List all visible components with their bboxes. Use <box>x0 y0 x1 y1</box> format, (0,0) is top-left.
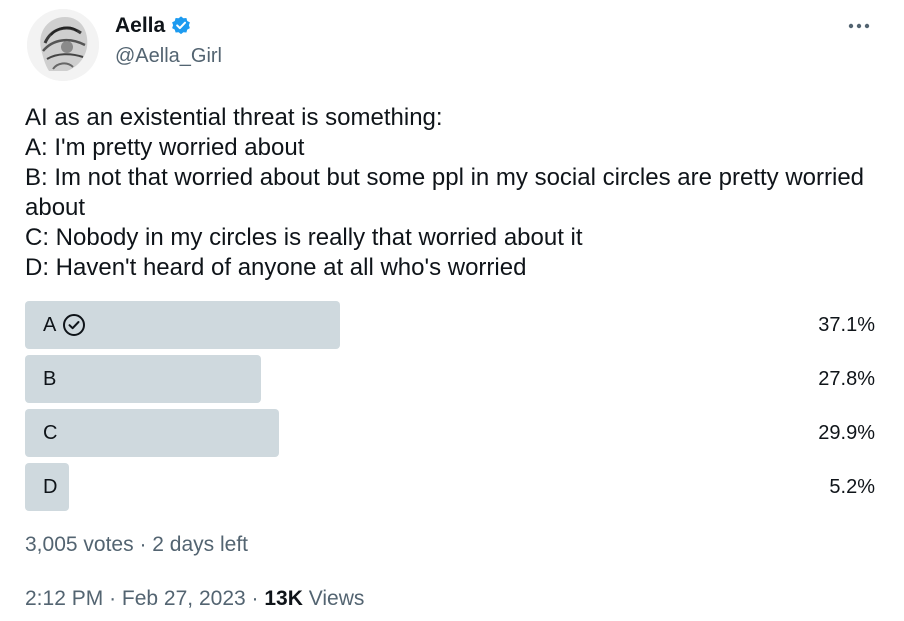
poll-option-label: C <box>43 421 58 444</box>
poll-time-left: 2 days left <box>152 533 249 556</box>
separator: · <box>139 533 147 556</box>
poll-option-label: B <box>43 367 57 390</box>
poll-option-percent: 29.9% <box>818 421 875 444</box>
tweet-line: D: Haven't heard of anyone at all who's … <box>25 254 527 281</box>
author-name[interactable]: Aella <box>115 13 165 39</box>
tweet-line: C: Nobody in my circles is really that w… <box>25 224 583 251</box>
tweet-line: A: I'm pretty worried about <box>25 134 305 161</box>
poll-option: C 29.9% <box>25 409 875 457</box>
tweet-time[interactable]: 2:12 PM <box>25 587 103 610</box>
tweet-footer: 2:12 PM · Feb 27, 2023 · 13K Views <box>25 586 364 612</box>
tweet-text: AI as an existential threat is something… <box>25 103 875 283</box>
poll-option-label: A <box>43 313 57 336</box>
verified-badge-icon <box>170 15 192 37</box>
author-name-row[interactable]: Aella <box>115 13 192 39</box>
views-label: Views <box>308 587 365 610</box>
poll-votes: 3,005 votes <box>25 533 134 556</box>
poll-option-percent: 37.1% <box>818 313 875 336</box>
avatar[interactable] <box>27 9 99 81</box>
views-count: 13K <box>264 587 303 610</box>
poll-option: D 5.2% <box>25 463 875 511</box>
poll-option-percent: 27.8% <box>818 367 875 390</box>
poll-option-percent: 5.2% <box>829 475 875 498</box>
poll-meta: 3,005 votes · 2 days left <box>25 532 248 558</box>
poll-bar <box>25 355 261 403</box>
tweet-line: AI as an existential threat is something… <box>25 104 443 131</box>
check-circle-icon <box>62 313 86 337</box>
poll-option: B 27.8% <box>25 355 875 403</box>
poll-option-label: D <box>43 475 58 498</box>
poll-bar <box>25 409 279 457</box>
tweet-line: B: Im not that worried about but some pp… <box>25 164 865 221</box>
tweet-date[interactable]: Feb 27, 2023 <box>122 587 246 610</box>
separator: · <box>109 587 117 610</box>
separator: · <box>251 587 259 610</box>
more-options-icon[interactable] <box>844 14 874 38</box>
poll-option: A 37.1% <box>25 301 875 349</box>
author-handle[interactable]: @Aella_Girl <box>115 43 222 69</box>
